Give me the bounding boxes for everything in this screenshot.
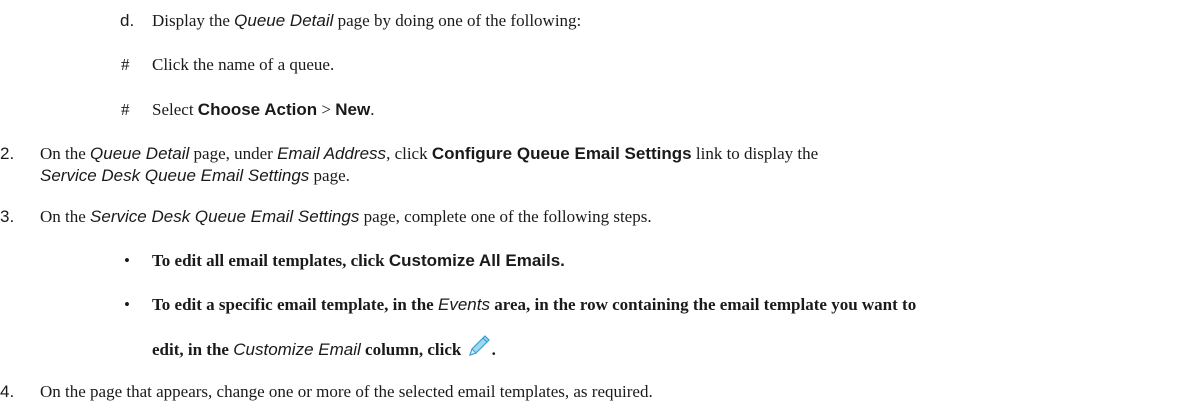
configure-queue-email-settings-link: Configure Queue Email Settings	[431, 144, 692, 163]
step-2-text-line1: On the Queue Detail page, under Email Ad…	[40, 144, 819, 163]
step-3-marker: 3.	[0, 207, 15, 226]
step-d-marker: d.	[120, 11, 135, 30]
sub-item-marker: #	[121, 55, 130, 74]
queue-detail-page-name: Queue Detail	[234, 11, 334, 30]
bullet-edit-specific-template-line2: edit, in the Customize Email column, cli…	[152, 333, 496, 361]
sub-item-marker: #	[121, 100, 130, 119]
customize-all-emails-label: Customize All Emails.	[388, 251, 565, 270]
sub-item-choose-action: Select Choose Action > New.	[152, 100, 375, 119]
step-2-marker: 2.	[0, 144, 15, 163]
step-3-text: On the Service Desk Queue Email Settings…	[40, 207, 652, 226]
service-desk-queue-email-settings-page-name: Service Desk Queue Email Settings	[90, 207, 360, 226]
bullet-marker: •	[124, 251, 130, 270]
step-2-text-line2: Service Desk Queue Email Settings page.	[40, 166, 350, 185]
step-d-text: Display the Queue Detail page by doing o…	[152, 11, 582, 30]
bullet-marker: •	[124, 295, 130, 314]
bullet-edit-all-templates: To edit all email templates, click Custo…	[152, 251, 565, 270]
bullet-edit-specific-template-line1: To edit a specific email template, in th…	[152, 295, 917, 314]
new-label: New	[335, 100, 371, 119]
choose-action-label: Choose Action	[197, 100, 318, 119]
email-address-section: Email Address	[277, 144, 387, 163]
service-desk-queue-email-settings-page-name: Service Desk Queue Email Settings	[40, 166, 310, 185]
events-area-label: Events	[437, 295, 490, 314]
queue-detail-page-name: Queue Detail	[90, 144, 190, 163]
step-4-text: On the page that appears, change one or …	[40, 382, 653, 401]
step-4-marker: 4.	[0, 382, 15, 401]
pencil-edit-icon	[466, 333, 492, 359]
customize-email-column-label: Customize Email	[233, 340, 361, 359]
sub-item-click-queue: Click the name of a queue.	[152, 55, 335, 74]
